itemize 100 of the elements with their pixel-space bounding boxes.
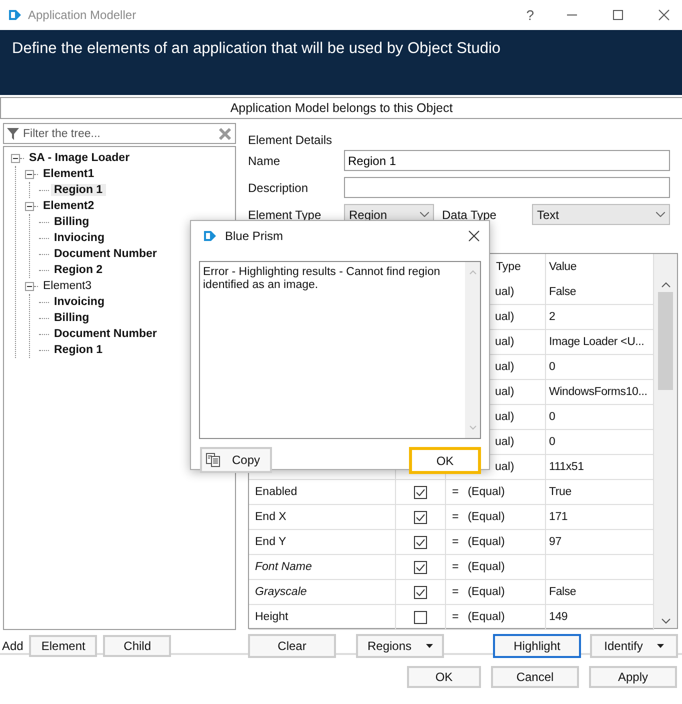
chevron-icon	[420, 212, 429, 217]
close-icon[interactable]	[468, 230, 480, 242]
match-type: ual)	[495, 311, 514, 323]
app-logo-icon	[203, 229, 217, 243]
attribute-name: End Y	[255, 536, 286, 548]
match-type: (Equal)	[468, 511, 505, 523]
tree-item[interactable]: Billing	[51, 312, 92, 324]
help-button[interactable]: ?	[526, 7, 534, 23]
match-type: (Equal)	[468, 586, 505, 598]
tree-item[interactable]: Region 1	[51, 344, 106, 356]
field-label: Name	[248, 154, 282, 168]
scroll-down-icon[interactable]	[660, 618, 670, 624]
app-logo-icon	[8, 8, 22, 22]
attribute-name: Font Name	[255, 561, 312, 573]
attribute-name: Enabled	[255, 486, 298, 498]
attribute-value: True	[549, 486, 572, 498]
attribute-value: False	[549, 286, 576, 298]
dialog-button[interactable]: Apply	[589, 666, 677, 688]
scroll-up-icon[interactable]	[660, 282, 670, 288]
error-message: Error - Highlighting results - Cannot find region identified as an image.	[202, 265, 442, 293]
match-type: (Equal)	[468, 536, 505, 548]
tree-item[interactable]: Region 1	[51, 184, 106, 196]
scrollbar-thumb[interactable]	[658, 292, 673, 390]
operator: =	[452, 586, 459, 598]
chevron-icon	[656, 212, 665, 217]
add-button[interactable]: Child	[103, 635, 172, 657]
filter-field[interactable]: Filter the tree...	[3, 123, 236, 144]
copy-button[interactable]: Copy	[200, 447, 272, 473]
match-type: (Equal)	[468, 561, 505, 573]
checkbox[interactable]	[414, 586, 427, 598]
attribute-name: Grayscale	[255, 586, 307, 598]
ok-button[interactable]: OK	[409, 447, 481, 474]
match-type: (Equal)	[468, 611, 505, 623]
action-button[interactable]: Highlight	[493, 634, 581, 658]
attribute-value: WindowsForms10...	[549, 386, 648, 398]
header-banner: Define the elements of an application that will be used by Object Studio	[0, 30, 682, 95]
collapse-icon[interactable]	[25, 170, 34, 178]
checkbox[interactable]	[414, 610, 427, 624]
operator: =	[452, 511, 459, 523]
field-label: Description	[248, 180, 310, 194]
close-icon[interactable]	[658, 9, 670, 21]
attribute-value: 149	[549, 611, 568, 623]
data-type-dropdown[interactable]: Text	[532, 204, 670, 225]
tree-item[interactable]: Element3	[40, 280, 95, 292]
caret-icon	[656, 644, 664, 648]
dialog-button[interactable]: OK	[407, 666, 481, 688]
tree-item[interactable]: SA - Image Loader	[26, 152, 133, 164]
checkbox[interactable]	[414, 536, 427, 548]
filter-icon	[7, 128, 19, 140]
tree-item[interactable]: Element2	[40, 200, 98, 212]
operator: =	[452, 486, 459, 498]
attribute-value: False	[549, 586, 576, 598]
checkbox[interactable]	[414, 560, 427, 574]
attribute-value: Image Loader <U...	[549, 336, 644, 348]
tree-item[interactable]: Document Number	[51, 248, 160, 260]
add-label: Add	[2, 639, 24, 653]
attribute-name: Height	[255, 611, 288, 623]
window-title: Application Modeller	[28, 8, 136, 22]
tree-item[interactable]: Document Number	[51, 328, 160, 340]
match-type: ual)	[495, 336, 514, 348]
tree-item[interactable]: Region 2	[51, 264, 106, 276]
attribute-value: 171	[549, 511, 568, 523]
operator: =	[452, 561, 459, 573]
attribute-value: 111x51	[549, 461, 584, 473]
checkbox[interactable]	[414, 510, 427, 524]
scrollbar[interactable]	[654, 254, 677, 628]
match-type: ual)	[495, 411, 514, 423]
match-type: ual)	[495, 436, 514, 448]
attribute-value: 2	[549, 311, 556, 323]
action-button[interactable]: Clear	[248, 634, 336, 658]
checkbox[interactable]	[414, 486, 427, 498]
attribute-value: 97	[549, 536, 562, 548]
section-title: Element Details	[248, 132, 334, 147]
match-type: (Equal)	[468, 486, 505, 498]
collapse-icon[interactable]	[11, 154, 20, 162]
add-button[interactable]: Element	[29, 635, 98, 657]
match-type: ual)	[495, 361, 514, 373]
copy-icon	[205, 452, 221, 468]
attribute-value: 0	[549, 411, 556, 423]
caret-icon	[426, 644, 433, 648]
attribute-value: 0	[549, 361, 556, 373]
dialog-title: Blue Prism	[225, 229, 284, 243]
collapse-icon[interactable]	[25, 202, 34, 210]
tree-item[interactable]: Inviocing	[51, 232, 108, 244]
description-field[interactable]	[344, 177, 670, 198]
clear-icon[interactable]	[218, 127, 232, 141]
match-type: ual)	[495, 461, 514, 473]
match-type: ual)	[495, 286, 514, 298]
tree-item[interactable]: Element1	[40, 168, 98, 180]
tree-item[interactable]: Billing	[51, 216, 92, 228]
tree-item[interactable]: Invoicing	[51, 296, 108, 308]
dropdown-button[interactable]: Identify	[590, 634, 678, 658]
dialog-button[interactable]: Cancel	[491, 666, 579, 688]
maximize-icon[interactable]	[612, 9, 624, 21]
name-field[interactable]: Region 1	[344, 150, 670, 171]
collapse-icon[interactable]	[25, 282, 34, 290]
match-type: ual)	[495, 386, 514, 398]
operator: =	[452, 536, 459, 548]
dropdown-button[interactable]: Regions	[356, 634, 444, 658]
operator: =	[452, 611, 459, 623]
